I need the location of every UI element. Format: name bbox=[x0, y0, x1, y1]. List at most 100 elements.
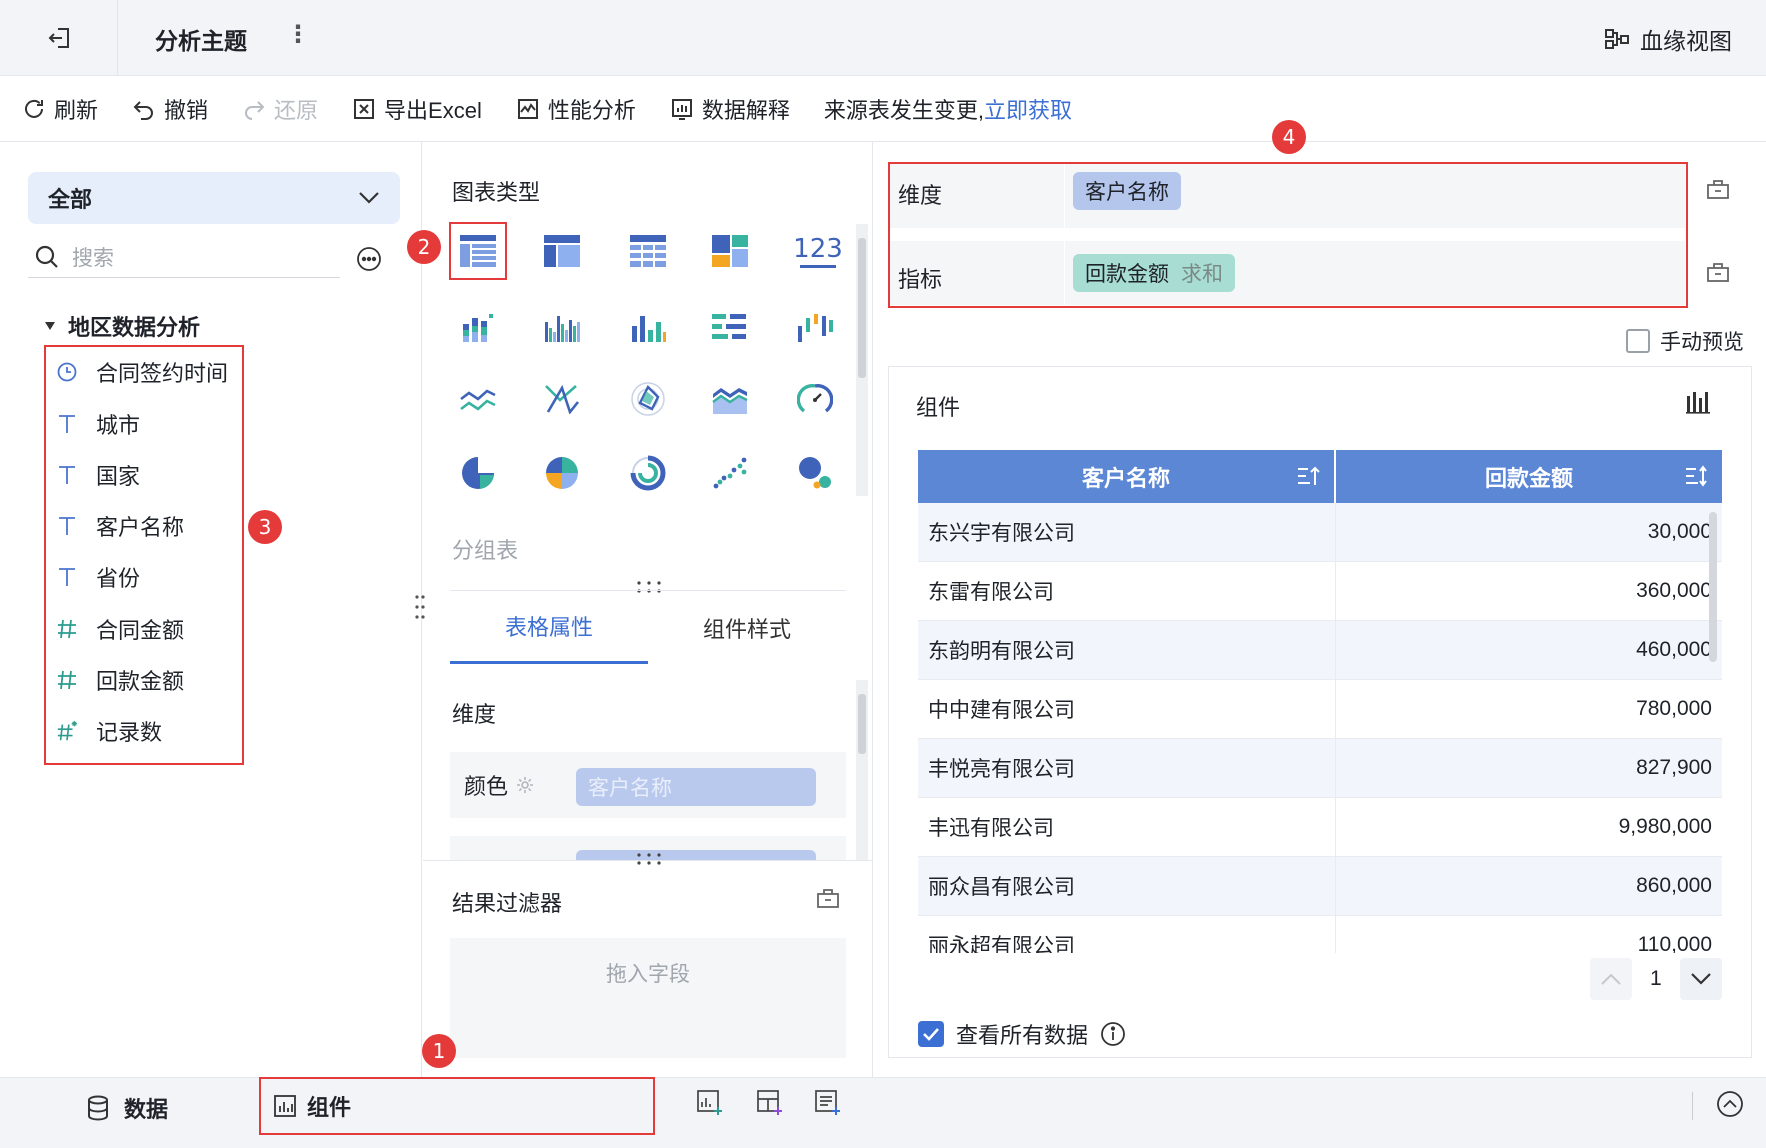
property-scrollbar[interactable] bbox=[856, 680, 868, 860]
component-chart-icon bbox=[274, 1095, 296, 1117]
field-search-input[interactable]: 搜索 bbox=[28, 236, 340, 278]
table-scrollbar-thumb[interactable] bbox=[1709, 512, 1717, 662]
filter-drop-zone[interactable]: 拖入字段 bbox=[450, 938, 846, 1058]
sort-asc-icon[interactable] bbox=[1296, 465, 1320, 487]
field-group-header[interactable]: 地区数据分析 bbox=[44, 310, 200, 342]
table-row[interactable]: 丰迅有限公司 9,980,000 bbox=[918, 798, 1722, 857]
table-body: 东兴宇有限公司 30,000 东雷有限公司 360,000 东韵明有限公司 460,0… bbox=[918, 503, 1722, 953]
chart-switch-button[interactable] bbox=[1686, 390, 1712, 414]
cell-payment: 860,000 bbox=[1636, 874, 1712, 897]
column-header-payment[interactable]: 回款金额 bbox=[1336, 450, 1722, 503]
cell-payment: 30,000 bbox=[1647, 520, 1712, 543]
chevron-down-icon bbox=[359, 192, 379, 204]
table-row[interactable]: 中中建有限公司 780,000 bbox=[918, 680, 1722, 739]
scrollbar-thumb[interactable] bbox=[858, 694, 866, 754]
chart-type-cross-line[interactable] bbox=[535, 372, 589, 426]
table-row[interactable]: 丽永超有限公司 110,000 bbox=[918, 916, 1722, 953]
cell-payment: 780,000 bbox=[1636, 697, 1712, 720]
table-row[interactable]: 丰悦亮有限公司 827,900 bbox=[918, 739, 1722, 798]
add-report-button[interactable] bbox=[814, 1089, 842, 1117]
column-header-customer[interactable]: 客户名称 bbox=[918, 450, 1336, 503]
scrollbar-thumb[interactable] bbox=[858, 238, 866, 378]
tab-component[interactable]: 组件 bbox=[259, 1077, 655, 1135]
cell-customer: 中中建有限公司 bbox=[918, 680, 1336, 738]
chart-type-pie[interactable] bbox=[451, 446, 505, 500]
redo-button[interactable]: 还原 bbox=[242, 93, 318, 125]
chart-type-line[interactable] bbox=[451, 372, 505, 426]
notice-text: 来源表发生变更, bbox=[823, 97, 985, 123]
scope-dropdown[interactable]: 全部 bbox=[28, 172, 400, 224]
grouped-bar-icon bbox=[545, 316, 580, 342]
sort-both-icon[interactable] bbox=[1684, 465, 1708, 487]
tab-table-properties[interactable]: 表格属性 bbox=[450, 591, 648, 664]
more-menu-button[interactable]: ⋮ bbox=[286, 20, 311, 49]
caret-down-icon bbox=[45, 322, 55, 330]
chart-type-title: 图表类型 bbox=[452, 180, 541, 205]
table-row[interactable]: 东雷有限公司 360,000 bbox=[918, 562, 1722, 621]
tab-data[interactable]: 数据 bbox=[86, 1092, 168, 1124]
chart-type-horizontal-bar[interactable] bbox=[703, 300, 757, 354]
manual-preview-checkbox[interactable]: 手动预览 bbox=[1626, 326, 1744, 356]
chart-type-grouped-bar[interactable] bbox=[535, 300, 589, 354]
cell-customer: 丰迅有限公司 bbox=[918, 798, 1336, 856]
gauge-icon bbox=[797, 384, 833, 413]
chart-type-cross-table[interactable] bbox=[535, 224, 589, 278]
search-options-button[interactable] bbox=[356, 246, 382, 272]
chart-type-rose-pie[interactable] bbox=[535, 446, 589, 500]
ring-chart-icon bbox=[630, 455, 666, 491]
chart-type-radar[interactable] bbox=[621, 372, 675, 426]
chart-type-gauge[interactable] bbox=[788, 372, 842, 426]
section-drag-handle[interactable] bbox=[636, 852, 662, 866]
table-row[interactable]: 东兴宇有限公司 30,000 bbox=[918, 503, 1722, 562]
scope-label: 全部 bbox=[48, 187, 93, 212]
view-all-data-checkbox[interactable]: 查看所有数据 bbox=[918, 1018, 1126, 1050]
data-explain-button[interactable]: 数据解释 bbox=[670, 93, 790, 125]
performance-analysis-button[interactable]: 性能分析 bbox=[516, 93, 636, 125]
refresh-button[interactable]: 刷新 bbox=[22, 93, 98, 125]
filter-clear-button[interactable] bbox=[816, 887, 840, 909]
prev-page-button[interactable] bbox=[1590, 958, 1632, 1000]
component-card-title: 组件 bbox=[916, 395, 961, 420]
table-row[interactable]: 东韵明有限公司 460,000 bbox=[918, 621, 1722, 680]
gear-icon[interactable] bbox=[516, 776, 534, 794]
cross-line-icon bbox=[545, 384, 580, 414]
chart-type-kpi[interactable]: 123 bbox=[788, 224, 848, 278]
chart-type-bubble[interactable] bbox=[788, 446, 842, 500]
dimension-clear-button[interactable] bbox=[1706, 178, 1730, 200]
selected-chart-name: 分组表 bbox=[452, 538, 519, 563]
add-dashboard-button[interactable] bbox=[756, 1089, 784, 1117]
checkbox-checked[interactable] bbox=[918, 1021, 944, 1047]
measure-clear-button[interactable] bbox=[1706, 261, 1730, 283]
search-icon bbox=[35, 245, 58, 268]
exit-button[interactable] bbox=[0, 0, 118, 76]
chart-type-ring[interactable] bbox=[621, 446, 675, 500]
info-icon[interactable] bbox=[1100, 1021, 1126, 1047]
chart-type-scatter[interactable] bbox=[703, 446, 757, 500]
refresh-icon bbox=[25, 99, 43, 118]
add-component-button[interactable] bbox=[696, 1089, 724, 1117]
lineage-label: 血缘视图 bbox=[1640, 28, 1732, 54]
search-placeholder: 搜索 bbox=[72, 246, 114, 270]
chart-type-treemap[interactable] bbox=[703, 224, 757, 278]
color-field-pill[interactable]: 客户名称 bbox=[576, 768, 816, 806]
chart-type-scrollbar[interactable] bbox=[856, 224, 868, 496]
export-excel-button[interactable]: 导出Excel bbox=[352, 93, 482, 125]
lineage-view-button[interactable]: 血缘视图 bbox=[1604, 22, 1732, 56]
bar-chart-icon bbox=[632, 316, 666, 342]
redo-icon bbox=[245, 100, 265, 120]
chart-type-bar[interactable] bbox=[621, 300, 675, 354]
detail-table-icon bbox=[630, 235, 666, 267]
chart-type-detail-table[interactable] bbox=[621, 224, 675, 278]
checkbox-unchecked[interactable] bbox=[1626, 329, 1650, 353]
toolbar: 刷新 撤销 还原 导出Excel 性能分析 数据解释 来源表发生变更, 立即获取 bbox=[0, 76, 1766, 142]
chart-type-stacked-bar[interactable] bbox=[451, 300, 505, 354]
next-page-button[interactable] bbox=[1679, 958, 1722, 1000]
undo-button[interactable]: 撤销 bbox=[132, 93, 208, 125]
table-row[interactable]: 丽众昌有限公司 860,000 bbox=[918, 857, 1722, 916]
collapse-button[interactable] bbox=[1716, 1090, 1744, 1118]
tab-component-style[interactable]: 组件样式 bbox=[648, 591, 846, 664]
chart-type-waterfall[interactable] bbox=[788, 300, 842, 354]
current-page: 1 bbox=[1650, 967, 1662, 990]
fetch-now-link[interactable]: 立即获取 bbox=[984, 93, 1072, 125]
chart-type-area[interactable] bbox=[703, 372, 757, 426]
